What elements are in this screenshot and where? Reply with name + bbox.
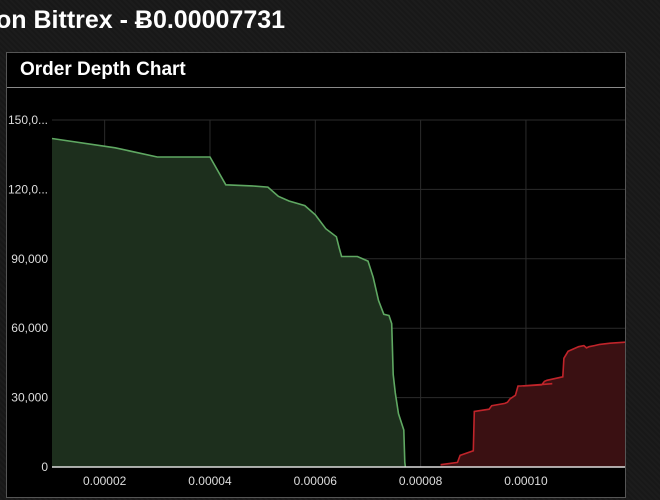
- x-tick-label: 0.00002: [83, 474, 127, 488]
- x-tick-label: 0.00008: [399, 474, 443, 488]
- y-tick-label: 0: [41, 460, 48, 474]
- y-tick-label: 90,000: [11, 252, 48, 266]
- order-depth-chart: 0 30,000 60,000 90,000 120,0... 150,0... 0.000…: [8, 113, 625, 488]
- y-tick-label: 60,000: [11, 321, 48, 335]
- bid-depth-area: [52, 138, 406, 467]
- x-tick-label: 0.00010: [504, 474, 548, 488]
- y-tick-label: 150,0...: [8, 113, 48, 127]
- x-tick-label: 0.00006: [294, 474, 338, 488]
- series-layer: [51, 137, 625, 468]
- ask-depth-area: [440, 342, 625, 467]
- y-tick-label: 30,000: [11, 391, 48, 405]
- order-depth-panel: Order Depth Chart 0 30,000 60,000 90,000 120…: [6, 52, 626, 498]
- page-title: on Bittrex - Ƀ0.00007731: [0, 6, 286, 34]
- y-tick-label: 120,0...: [8, 182, 48, 196]
- x-tick-label: 0.00004: [188, 474, 232, 488]
